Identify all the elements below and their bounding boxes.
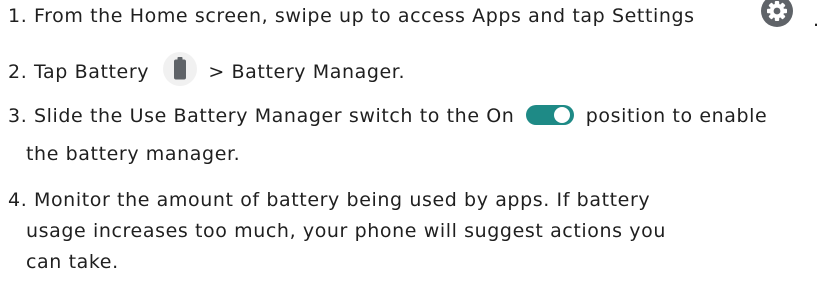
- step-4-number: 4.: [8, 189, 28, 211]
- step-4-line-1: Monitor the amount of battery being used…: [33, 189, 651, 211]
- step-3: 3. Slide the Use Battery Manager switch …: [8, 100, 767, 132]
- step-2: 2. Tap Battery > Battery Manager.: [8, 51, 406, 88]
- step-2-text: Tap Battery: [33, 61, 150, 83]
- toggle-switch-on-icon: [526, 104, 575, 125]
- step-2-number: 2.: [8, 61, 28, 83]
- step-2-text-after: > Battery Manager.: [208, 61, 406, 83]
- battery-icon: [162, 51, 197, 86]
- step-4: 4. Monitor the amount of battery being u…: [8, 184, 650, 216]
- step-4-line-3: can take.: [26, 251, 119, 273]
- step-3-continuation: the battery manager.: [26, 143, 241, 165]
- step-4-line-2: usage increases too much, your phone wil…: [26, 220, 666, 242]
- step-3-number: 3.: [8, 105, 28, 127]
- step-1-trailing-period: .: [813, 9, 820, 31]
- step-1: 1. From the Home screen, swipe up to acc…: [8, 0, 695, 32]
- settings-gear-icon: [761, 0, 793, 27]
- step-1-text: From the Home screen, swipe up to access…: [33, 5, 695, 27]
- step-1-number: 1.: [8, 5, 28, 27]
- step-3-text-after: position to enable: [585, 105, 768, 127]
- step-3-text: Slide the Use Battery Manager switch to …: [33, 105, 515, 127]
